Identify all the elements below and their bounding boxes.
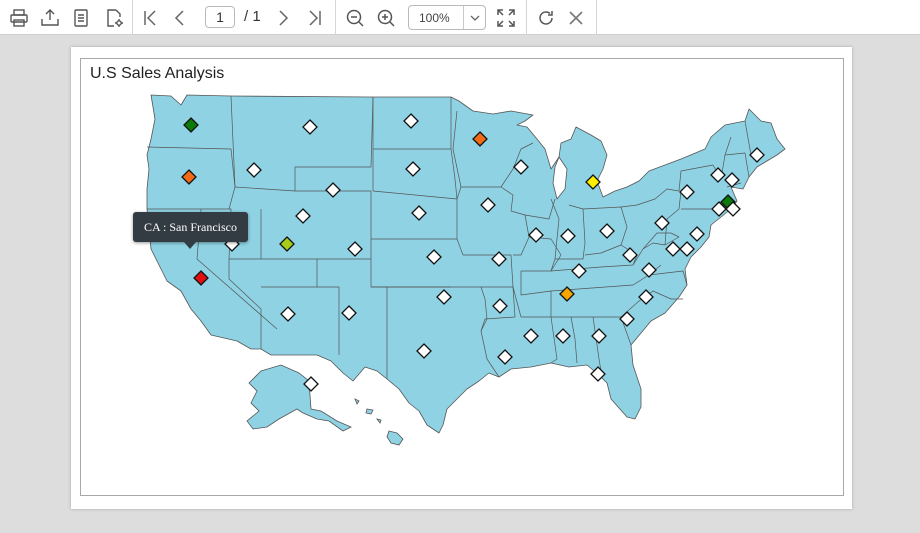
zoom-in-button[interactable] — [372, 4, 400, 32]
chevron-right-icon — [279, 10, 289, 26]
first-page-icon — [144, 10, 156, 26]
print-button[interactable] — [5, 4, 33, 32]
fit-page-icon — [497, 9, 515, 27]
chevron-left-icon — [174, 10, 184, 26]
document-map-button[interactable] — [67, 4, 95, 32]
zoom-dropdown-button[interactable] — [464, 6, 486, 29]
alaska-shape — [246, 364, 352, 432]
hawaii-shape — [386, 430, 404, 446]
page-setup-button[interactable] — [100, 4, 128, 32]
chevron-down-icon — [470, 15, 480, 21]
first-page-button[interactable] — [136, 4, 164, 32]
close-icon — [569, 11, 583, 25]
refresh-icon — [539, 11, 553, 25]
toolbar-separator — [596, 0, 597, 34]
export-icon — [41, 9, 59, 26]
toolbar-separator — [526, 0, 527, 34]
next-page-button[interactable] — [269, 4, 297, 32]
toolbar-separator — [132, 0, 133, 34]
hawaii-islands — [354, 398, 382, 424]
print-icon — [10, 9, 28, 27]
zoom-select[interactable]: 100% — [408, 5, 486, 30]
map-tooltip: CA : San Francisco — [133, 212, 248, 249]
document-icon — [74, 9, 88, 27]
report-page: U.S Sales Analysis CA: San Francisco — [71, 47, 852, 509]
mainland-shape — [146, 94, 786, 434]
us-map — [146, 94, 786, 446]
previous-page-button[interactable] — [166, 4, 194, 32]
map-frame: U.S Sales Analysis CA: San Francisco — [80, 58, 844, 496]
zoom-in-icon — [377, 9, 395, 27]
fit-page-button[interactable] — [492, 4, 520, 32]
last-page-button[interactable] — [301, 4, 329, 32]
toolbar-separator — [335, 0, 336, 34]
zoom-value: 100% — [419, 11, 450, 25]
refresh-button[interactable] — [532, 4, 560, 32]
zoom-out-button[interactable] — [341, 4, 369, 32]
export-button[interactable] — [36, 4, 64, 32]
viewer-toolbar: 1 / 1 100% — [0, 0, 920, 35]
zoom-out-icon — [346, 9, 364, 27]
close-button[interactable] — [562, 4, 590, 32]
page-setup-icon — [107, 9, 123, 27]
current-page-input[interactable]: 1 — [205, 6, 235, 28]
page-total-label: / 1 — [244, 8, 261, 25]
states-layer — [146, 94, 786, 434]
last-page-icon — [309, 10, 321, 26]
